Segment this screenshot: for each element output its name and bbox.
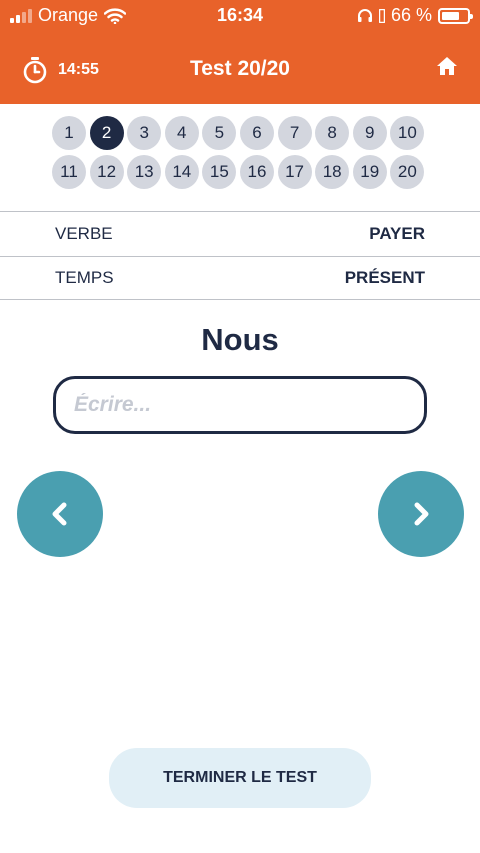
verb-label: VERBE	[55, 223, 113, 243]
question-number-7[interactable]: 7	[277, 116, 312, 150]
nav-bar: 14:55 Test 20/20	[0, 40, 480, 100]
question-number-17[interactable]: 17	[277, 155, 312, 189]
question-number-15[interactable]: 15	[202, 155, 237, 189]
home-button[interactable]	[436, 56, 458, 81]
previous-button[interactable]	[17, 471, 103, 557]
question-number-4[interactable]: 4	[164, 116, 199, 150]
question-number-18[interactable]: 18	[315, 155, 350, 189]
battery-percent: 66 %	[390, 5, 432, 25]
status-right: 66 %	[357, 5, 473, 26]
tense-value: PRÉSENT	[344, 268, 425, 287]
answer-input[interactable]	[53, 376, 427, 434]
status-bar: Orange 16:34 66 %	[0, 0, 480, 32]
battery-icon	[438, 7, 473, 24]
question-number-2[interactable]: 2	[89, 116, 124, 150]
question-number-9[interactable]: 9	[352, 116, 387, 150]
next-button[interactable]	[378, 471, 464, 557]
finish-test-button[interactable]: TERMINER LE TEST	[109, 748, 371, 808]
app-header: Orange 16:34 66 % 14:55 Test 20/20	[0, 0, 480, 104]
question-number-12[interactable]: 12	[89, 155, 124, 189]
question-number-6[interactable]: 6	[239, 116, 274, 150]
question-number-20[interactable]: 20	[390, 155, 425, 189]
question-number-3[interactable]: 3	[127, 116, 162, 150]
chevron-right-icon	[414, 502, 429, 526]
tense-label: TEMPS	[55, 268, 114, 287]
question-number-5[interactable]: 5	[202, 116, 237, 150]
page-title: Test 20/20	[189, 57, 290, 80]
home-icon	[437, 57, 457, 75]
question-number-19[interactable]: 19	[352, 155, 387, 189]
question-number-13[interactable]: 13	[127, 155, 162, 189]
question-number-8[interactable]: 8	[315, 116, 350, 150]
tense-row: TEMPS PRÉSENT	[0, 256, 480, 300]
question-selector: 1 2 3 4 5 6 7 8 9 10 11 12 13 14 15 16 17 18 19 20	[52, 116, 428, 189]
question-number-10[interactable]: 10	[390, 116, 425, 150]
headphones-icon	[357, 9, 372, 22]
question-number-14[interactable]: 14	[164, 155, 199, 189]
question-number-11[interactable]: 11	[52, 155, 86, 189]
verb-value: PAYER	[369, 223, 425, 243]
verb-row: VERBE PAYER	[0, 211, 480, 255]
question-number-1[interactable]: 1	[52, 116, 86, 150]
portrait-lock-icon	[378, 8, 385, 23]
question-number-16[interactable]: 16	[239, 155, 274, 189]
pronoun-label: Nous	[201, 322, 279, 357]
chevron-left-icon	[52, 502, 67, 526]
